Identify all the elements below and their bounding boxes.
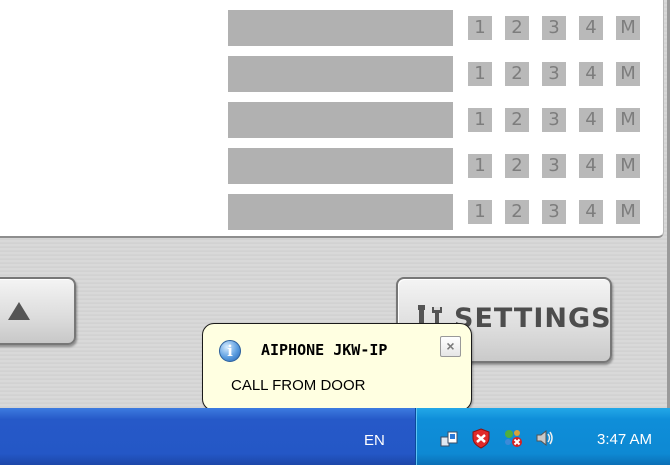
notification-balloon[interactable]: i AIPHONE JKW-IP × CALL FROM DOOR (202, 323, 472, 411)
clock[interactable]: 3:47 AM (597, 431, 652, 448)
select-4-button[interactable]: 4 (579, 16, 603, 40)
info-icon: i (219, 340, 241, 362)
network-error-icon[interactable] (502, 427, 524, 449)
select-m-button[interactable]: M (616, 154, 640, 178)
system-tray: 3:47 AM (415, 408, 670, 465)
station-name-bar[interactable] (228, 194, 453, 230)
network-icon[interactable] (438, 427, 460, 449)
select-4-button[interactable]: 4 (579, 62, 603, 86)
select-2-button[interactable]: 2 (505, 108, 529, 132)
scroll-up-button[interactable] (0, 277, 76, 345)
select-1-button[interactable]: 1 (468, 154, 492, 178)
select-3-button[interactable]: 3 (542, 200, 566, 224)
select-4-button[interactable]: 4 (579, 108, 603, 132)
select-m-button[interactable]: M (616, 200, 640, 224)
select-4-button[interactable]: 4 (579, 154, 603, 178)
select-3-button[interactable]: 3 (542, 62, 566, 86)
select-2-button[interactable]: 2 (505, 154, 529, 178)
select-2-button[interactable]: 2 (505, 62, 529, 86)
select-1-button[interactable]: 1 (468, 16, 492, 40)
list-item[interactable]: 1 2 3 4 M (228, 56, 646, 92)
station-list-panel: 1 2 3 4 M 1 2 3 4 M 1 2 3 4 M 1 2 3 4 M … (0, 0, 664, 238)
station-name-bar[interactable] (228, 10, 453, 46)
select-3-button[interactable]: 3 (542, 108, 566, 132)
close-icon[interactable]: × (440, 336, 461, 357)
speaker-icon[interactable] (534, 427, 556, 449)
select-4-button[interactable]: 4 (579, 200, 603, 224)
select-3-button[interactable]: 3 (542, 154, 566, 178)
list-item[interactable]: 1 2 3 4 M (228, 194, 646, 230)
notification-title: AIPHONE JKW-IP (261, 341, 388, 359)
select-1-button[interactable]: 1 (468, 200, 492, 224)
station-name-bar[interactable] (228, 56, 453, 92)
select-2-button[interactable]: 2 (505, 200, 529, 224)
up-arrow-icon (8, 302, 30, 320)
taskbar: EN 3:47 AM (0, 408, 670, 465)
list-item[interactable]: 1 2 3 4 M (228, 148, 646, 184)
select-3-button[interactable]: 3 (542, 16, 566, 40)
select-m-button[interactable]: M (616, 16, 640, 40)
notification-message: CALL FROM DOOR (231, 377, 366, 394)
list-item[interactable]: 1 2 3 4 M (228, 10, 646, 46)
language-indicator[interactable]: EN (364, 432, 385, 449)
select-m-button[interactable]: M (616, 108, 640, 132)
station-name-bar[interactable] (228, 148, 453, 184)
select-1-button[interactable]: 1 (468, 62, 492, 86)
settings-label: SETTINGS (454, 303, 612, 334)
select-m-button[interactable]: M (616, 62, 640, 86)
select-1-button[interactable]: 1 (468, 108, 492, 132)
select-2-button[interactable]: 2 (505, 16, 529, 40)
list-item[interactable]: 1 2 3 4 M (228, 102, 646, 138)
station-name-bar[interactable] (228, 102, 453, 138)
security-shield-icon[interactable] (470, 427, 492, 449)
